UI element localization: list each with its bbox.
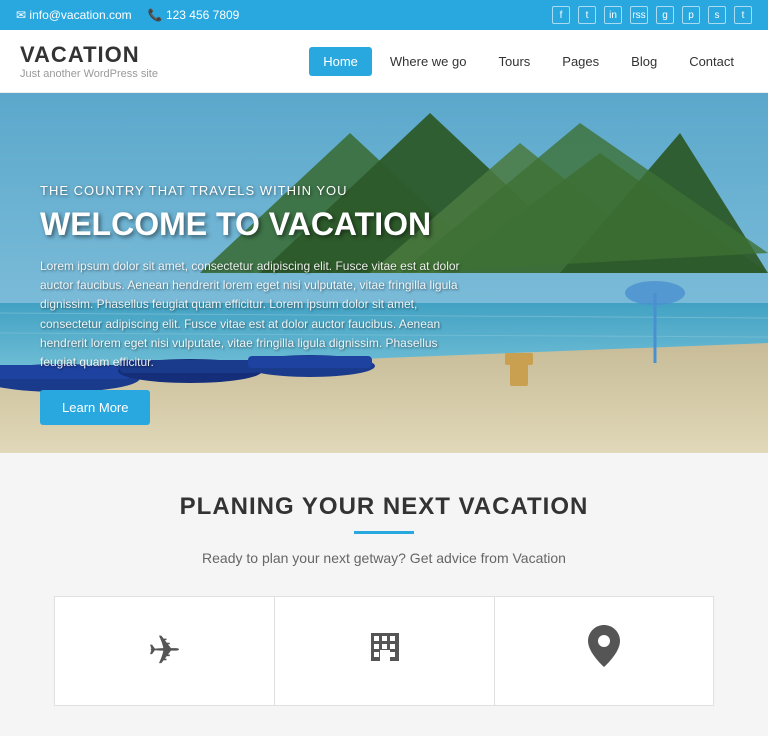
pinterest-icon[interactable]: p bbox=[682, 6, 700, 24]
hero-title: WELCOME TO VACATION bbox=[40, 206, 460, 243]
tumblr-icon[interactable]: t bbox=[734, 6, 752, 24]
main-nav: Home Where we go Tours Pages Blog Contac… bbox=[309, 47, 748, 76]
planning-subtitle: Ready to plan your next getway? Get advi… bbox=[20, 550, 748, 566]
twitter-icon[interactable]: t bbox=[578, 6, 596, 24]
email-text: info@vacation.com bbox=[29, 8, 131, 22]
top-bar: ✉ info@vacation.com 📞 123 456 7809 f t i… bbox=[0, 0, 768, 30]
email-info: ✉ info@vacation.com bbox=[16, 8, 132, 22]
planning-divider bbox=[354, 531, 414, 534]
learn-more-button[interactable]: Learn More bbox=[40, 390, 150, 425]
nav-contact[interactable]: Contact bbox=[675, 47, 748, 76]
header: VACATION Just another WordPress site Hom… bbox=[0, 30, 768, 93]
nav-tours[interactable]: Tours bbox=[484, 47, 544, 76]
logo-title: VACATION bbox=[20, 42, 158, 68]
hero-overlay: THE COUNTRY THAT TRAVELS WITHIN YOU WELC… bbox=[0, 93, 768, 453]
location-icon bbox=[588, 625, 620, 677]
phone-icon: 📞 bbox=[148, 8, 163, 22]
flights-icon: ✈ bbox=[148, 628, 182, 674]
hero-section: THE COUNTRY THAT TRAVELS WITHIN YOU WELC… bbox=[0, 93, 768, 453]
hero-text-block: THE COUNTRY THAT TRAVELS WITHIN YOU WELC… bbox=[40, 183, 460, 425]
card-flights: ✈ bbox=[54, 596, 274, 706]
facebook-icon[interactable]: f bbox=[552, 6, 570, 24]
hotels-icon bbox=[366, 628, 404, 675]
rss-icon[interactable]: rss bbox=[630, 6, 648, 24]
planning-section: PLANING YOUR NEXT VACATION Ready to plan… bbox=[0, 453, 768, 736]
social-icons: f t in rss g p s t bbox=[552, 6, 752, 24]
phone-info: 📞 123 456 7809 bbox=[148, 8, 240, 22]
contact-info: ✉ info@vacation.com 📞 123 456 7809 bbox=[16, 8, 239, 22]
nav-blog[interactable]: Blog bbox=[617, 47, 671, 76]
hero-tagline: THE COUNTRY THAT TRAVELS WITHIN YOU bbox=[40, 183, 460, 198]
logo-block: VACATION Just another WordPress site bbox=[20, 42, 158, 80]
cards-row: ✈ bbox=[20, 596, 748, 706]
phone-text: 123 456 7809 bbox=[166, 8, 239, 22]
email-icon: ✉ bbox=[16, 8, 26, 22]
hero-body: Lorem ipsum dolor sit amet, consectetur … bbox=[40, 257, 460, 372]
nav-pages[interactable]: Pages bbox=[548, 47, 613, 76]
planning-title: PLANING YOUR NEXT VACATION bbox=[20, 493, 748, 521]
nav-home[interactable]: Home bbox=[309, 47, 372, 76]
card-locations bbox=[494, 596, 714, 706]
logo-subtitle: Just another WordPress site bbox=[20, 68, 158, 80]
nav-where-we-go[interactable]: Where we go bbox=[376, 47, 481, 76]
skype-icon[interactable]: s bbox=[708, 6, 726, 24]
card-hotels bbox=[274, 596, 494, 706]
googleplus-icon[interactable]: g bbox=[656, 6, 674, 24]
linkedin-icon[interactable]: in bbox=[604, 6, 622, 24]
